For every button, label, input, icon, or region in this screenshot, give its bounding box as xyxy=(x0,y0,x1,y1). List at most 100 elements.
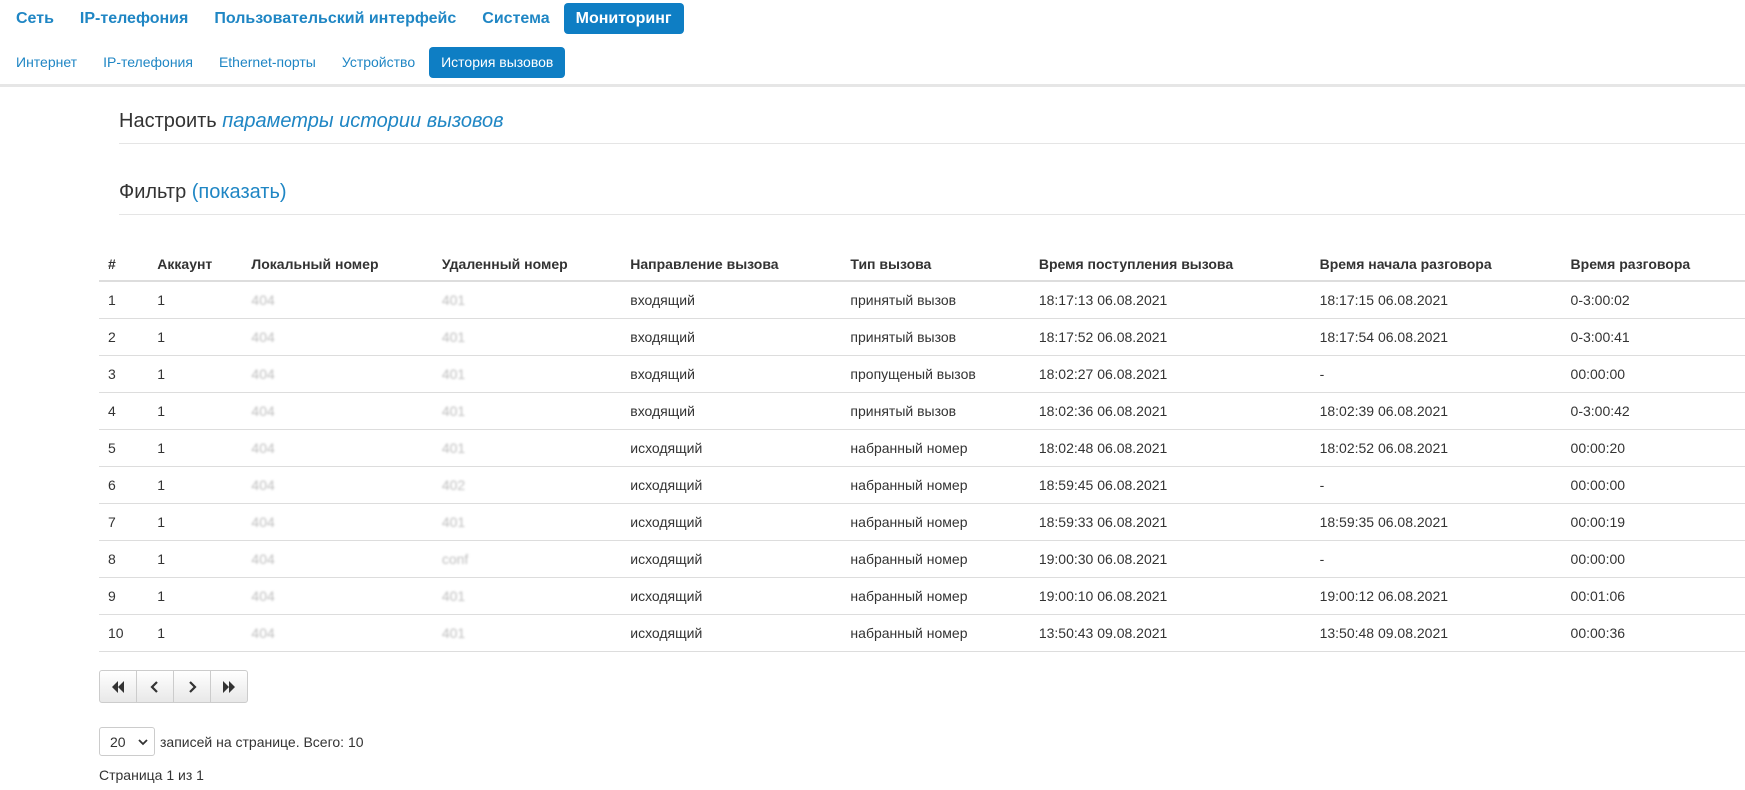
cell-local-number: 404 xyxy=(242,355,433,393)
cell-call-type: набранный номер xyxy=(841,429,1030,467)
cell-number: 6 xyxy=(99,466,149,504)
nav-user-interface[interactable]: Пользовательский интерфейс xyxy=(202,3,468,34)
per-page-control: 20 записей на странице. Всего: 10 xyxy=(99,727,364,756)
cell-account: 1 xyxy=(148,281,243,319)
cell-call-received-time: 18:17:52 06.08.2021 xyxy=(1029,318,1311,356)
cell-call-type: набранный номер xyxy=(841,540,1030,578)
cell-talk-duration: 00:00:00 xyxy=(1561,466,1745,504)
cell-remote-number: 401 xyxy=(432,429,622,467)
nav-system[interactable]: Система xyxy=(470,3,561,34)
cell-account: 1 xyxy=(148,466,243,504)
cell-call-received-time: 19:00:30 06.08.2021 xyxy=(1029,540,1311,578)
cell-account: 1 xyxy=(148,392,243,430)
cell-call-type: набранный номер xyxy=(841,614,1030,652)
cell-remote-number: 401 xyxy=(432,281,622,319)
cell-call-received-time: 18:02:48 06.08.2021 xyxy=(1029,429,1311,467)
cell-account: 1 xyxy=(148,540,243,578)
settings-heading: Настроить параметры истории вызовов xyxy=(119,110,504,133)
subnav-ethernet-ports[interactable]: Ethernet-порты xyxy=(207,47,328,78)
cell-talk-start-time: 18:17:15 06.08.2021 xyxy=(1310,281,1562,319)
cell-call-received-time: 18:02:27 06.08.2021 xyxy=(1029,355,1311,393)
call-history-table: # Аккаунт Локальный номер Удаленный номе… xyxy=(99,247,1745,652)
subnav-device[interactable]: Устройство xyxy=(330,47,427,78)
cell-number: 1 xyxy=(99,281,149,319)
cell-talk-start-time: - xyxy=(1310,540,1562,578)
cell-talk-duration: 00:00:00 xyxy=(1561,540,1745,578)
col-account: Аккаунт xyxy=(148,247,243,282)
cell-call-type: принятый вызов xyxy=(841,392,1030,430)
filter-divider xyxy=(119,214,1745,215)
cell-call-direction: входящий xyxy=(621,281,842,319)
cell-remote-number: 401 xyxy=(432,318,622,356)
per-page-value: 20 xyxy=(110,733,126,750)
cell-number: 7 xyxy=(99,503,149,541)
cell-talk-duration: 00:00:36 xyxy=(1561,614,1745,652)
table-row: 7 1 404 401 исходящий набранный номер 18:59:33… xyxy=(99,503,1745,541)
cell-number: 9 xyxy=(99,577,149,615)
cell-call-direction: исходящий xyxy=(621,466,842,504)
cell-talk-duration: 00:00:20 xyxy=(1561,429,1745,467)
cell-call-received-time: 18:59:33 06.08.2021 xyxy=(1029,503,1311,541)
filter-show-link[interactable]: (показать) xyxy=(192,181,287,203)
subnav-ip-telephony[interactable]: IP-телефония xyxy=(91,47,205,78)
cell-call-type: набранный номер xyxy=(841,503,1030,541)
col-talk-start-time: Время начала разговора xyxy=(1310,247,1562,282)
cell-local-number: 404 xyxy=(242,540,433,578)
per-page-select[interactable]: 20 xyxy=(99,727,155,756)
cell-remote-number: 401 xyxy=(432,503,622,541)
nav-ip-telephony[interactable]: IP-телефония xyxy=(68,3,200,34)
cell-call-type: набранный номер xyxy=(841,466,1030,504)
last-page-icon xyxy=(223,680,235,693)
cell-call-received-time: 13:50:43 09.08.2021 xyxy=(1029,614,1311,652)
cell-call-received-time: 18:59:45 06.08.2021 xyxy=(1029,466,1311,504)
col-talk-duration: Время разговора xyxy=(1561,247,1745,282)
cell-local-number: 404 xyxy=(242,503,433,541)
cell-call-direction: входящий xyxy=(621,355,842,393)
prev-page-icon xyxy=(150,680,158,693)
cell-remote-number: 402 xyxy=(432,466,622,504)
last-page-button[interactable] xyxy=(210,670,248,703)
cell-local-number: 404 xyxy=(242,466,433,504)
call-history-settings-link[interactable]: параметры истории вызовов xyxy=(222,110,503,132)
col-number: # xyxy=(99,247,149,282)
cell-talk-start-time: 13:50:48 09.08.2021 xyxy=(1310,614,1562,652)
cell-local-number: 404 xyxy=(242,577,433,615)
main-nav: Сеть IP-телефония Пользовательский интер… xyxy=(4,3,686,34)
cell-remote-number: 401 xyxy=(432,355,622,393)
cell-number: 8 xyxy=(99,540,149,578)
prev-page-button[interactable] xyxy=(136,670,174,703)
cell-number: 2 xyxy=(99,318,149,356)
cell-number: 5 xyxy=(99,429,149,467)
cell-call-type: принятый вызов xyxy=(841,318,1030,356)
nav-monitoring[interactable]: Мониторинг xyxy=(563,3,684,34)
cell-talk-duration: 00:00:00 xyxy=(1561,355,1745,393)
cell-local-number: 404 xyxy=(242,318,433,356)
col-call-direction: Направление вызова xyxy=(621,247,842,282)
table-row: 3 1 404 401 входящий пропущеный вызов 18:02:27… xyxy=(99,355,1745,393)
sub-nav: Интернет IP-телефония Ethernet-порты Уст… xyxy=(4,47,567,78)
first-page-icon xyxy=(112,680,124,693)
cell-account: 1 xyxy=(148,355,243,393)
subnav-internet[interactable]: Интернет xyxy=(4,47,89,78)
next-page-button[interactable] xyxy=(173,670,211,703)
pagination xyxy=(99,670,248,703)
subnav-call-history[interactable]: История вызовов xyxy=(429,47,566,78)
cell-talk-duration: 0-3:00:41 xyxy=(1561,318,1745,356)
cell-account: 1 xyxy=(148,318,243,356)
cell-call-type: пропущеный вызов xyxy=(841,355,1030,393)
cell-talk-start-time: 18:02:52 06.08.2021 xyxy=(1310,429,1562,467)
cell-account: 1 xyxy=(148,614,243,652)
cell-call-direction: исходящий xyxy=(621,540,842,578)
records-count-text: записей на странице. Всего: 10 xyxy=(160,733,364,750)
cell-local-number: 404 xyxy=(242,614,433,652)
first-page-button[interactable] xyxy=(99,670,137,703)
cell-call-direction: входящий xyxy=(621,318,842,356)
settings-label: Настроить xyxy=(119,110,223,132)
cell-number: 4 xyxy=(99,392,149,430)
cell-remote-number: 401 xyxy=(432,577,622,615)
nav-network[interactable]: Сеть xyxy=(4,3,66,34)
cell-talk-duration: 00:01:06 xyxy=(1561,577,1745,615)
table-header-row: # Аккаунт Локальный номер Удаленный номе… xyxy=(99,247,1745,282)
cell-call-direction: исходящий xyxy=(621,503,842,541)
cell-number: 3 xyxy=(99,355,149,393)
